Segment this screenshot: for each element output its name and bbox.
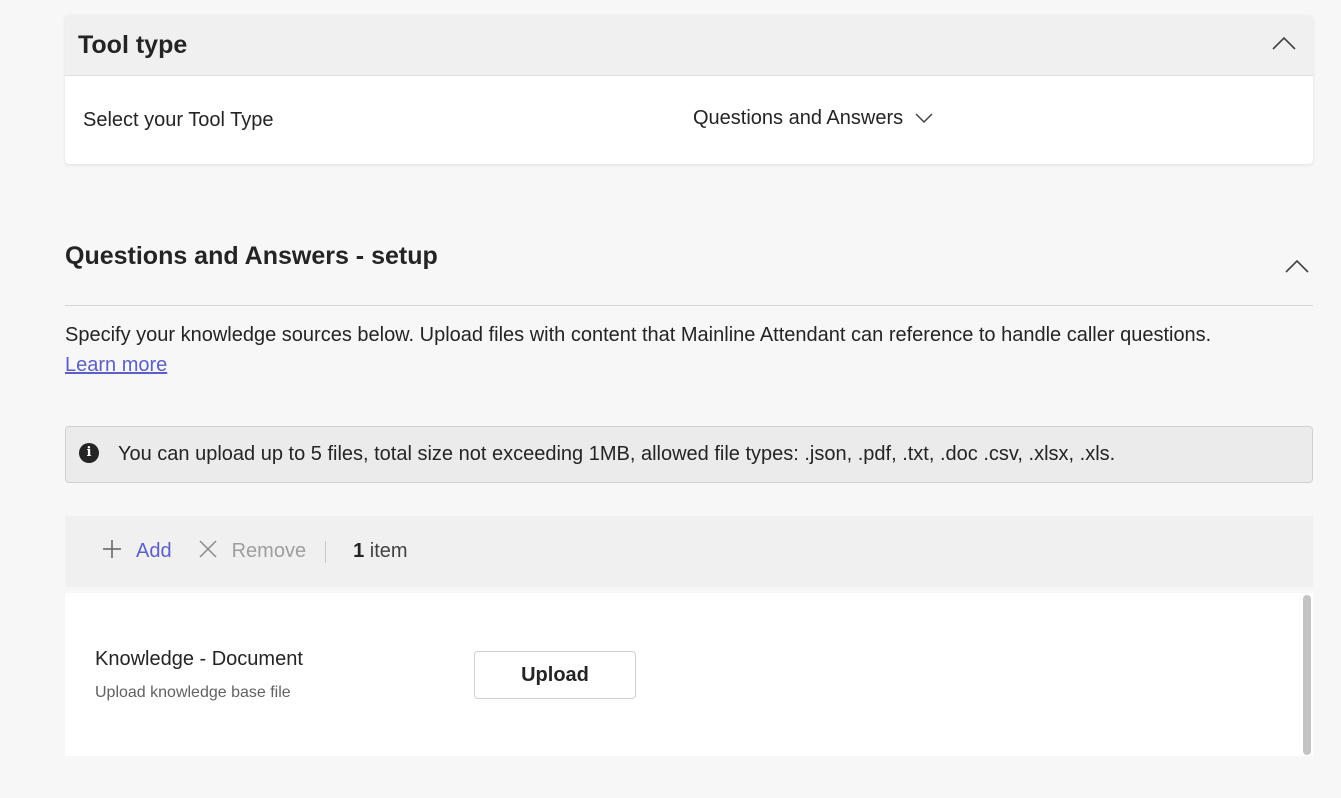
add-button-label: Add — [136, 540, 172, 562]
item-count-number: 1 — [353, 540, 365, 562]
close-icon — [198, 539, 232, 565]
tool-type-selected-value: Questions and Answers — [693, 107, 904, 129]
tool-type-label: Select your Tool Type — [83, 109, 274, 131]
chevron-up-icon[interactable] — [1271, 35, 1297, 56]
chevron-up-icon[interactable] — [1284, 258, 1310, 279]
info-icon: i — [79, 442, 99, 463]
item-count-suffix: item — [369, 540, 408, 562]
info-message-bar: i You can upload up to 5 files, total si… — [65, 426, 1313, 483]
tool-type-title: Tool type — [78, 30, 188, 59]
vertical-scrollbar[interactable] — [1303, 595, 1311, 755]
add-button[interactable]: Add — [102, 539, 172, 565]
knowledge-item-title: Knowledge - Document — [95, 648, 303, 670]
toolbar-divider — [325, 540, 327, 563]
remove-button-label: Remove — [231, 540, 307, 562]
qna-description-text: Specify your knowledge sources below. Up… — [65, 324, 1212, 346]
list-toolbar: Add Remove 1 item — [65, 516, 1313, 587]
tool-type-body: Select your Tool Type Questions and Answ… — [65, 76, 1313, 164]
learn-more-link[interactable]: Learn more — [65, 354, 167, 376]
upload-button[interactable]: Upload — [474, 651, 636, 699]
tool-type-card: Tool type Select your Tool Type Question… — [65, 15, 1313, 164]
tool-type-header[interactable]: Tool type — [65, 15, 1313, 76]
info-message-text: You can upload up to 5 files, total size… — [118, 443, 1116, 465]
plus-icon — [102, 539, 136, 565]
qna-setup-header: Questions and Answers - setup — [65, 240, 1313, 306]
knowledge-list: Knowledge - Document Upload knowledge ba… — [65, 593, 1313, 756]
chevron-down-icon — [903, 107, 934, 130]
tool-type-dropdown[interactable]: Questions and Answers — [693, 107, 934, 130]
knowledge-item-subtitle: Upload knowledge base file — [95, 684, 291, 701]
remove-button[interactable]: Remove — [198, 539, 306, 565]
item-count: 1 item — [353, 540, 407, 563]
qna-setup-title: Questions and Answers - setup — [65, 242, 438, 270]
page: Tool type Select your Tool Type Question… — [0, 0, 1341, 798]
qna-description: Specify your knowledge sources below. Up… — [65, 320, 1325, 380]
